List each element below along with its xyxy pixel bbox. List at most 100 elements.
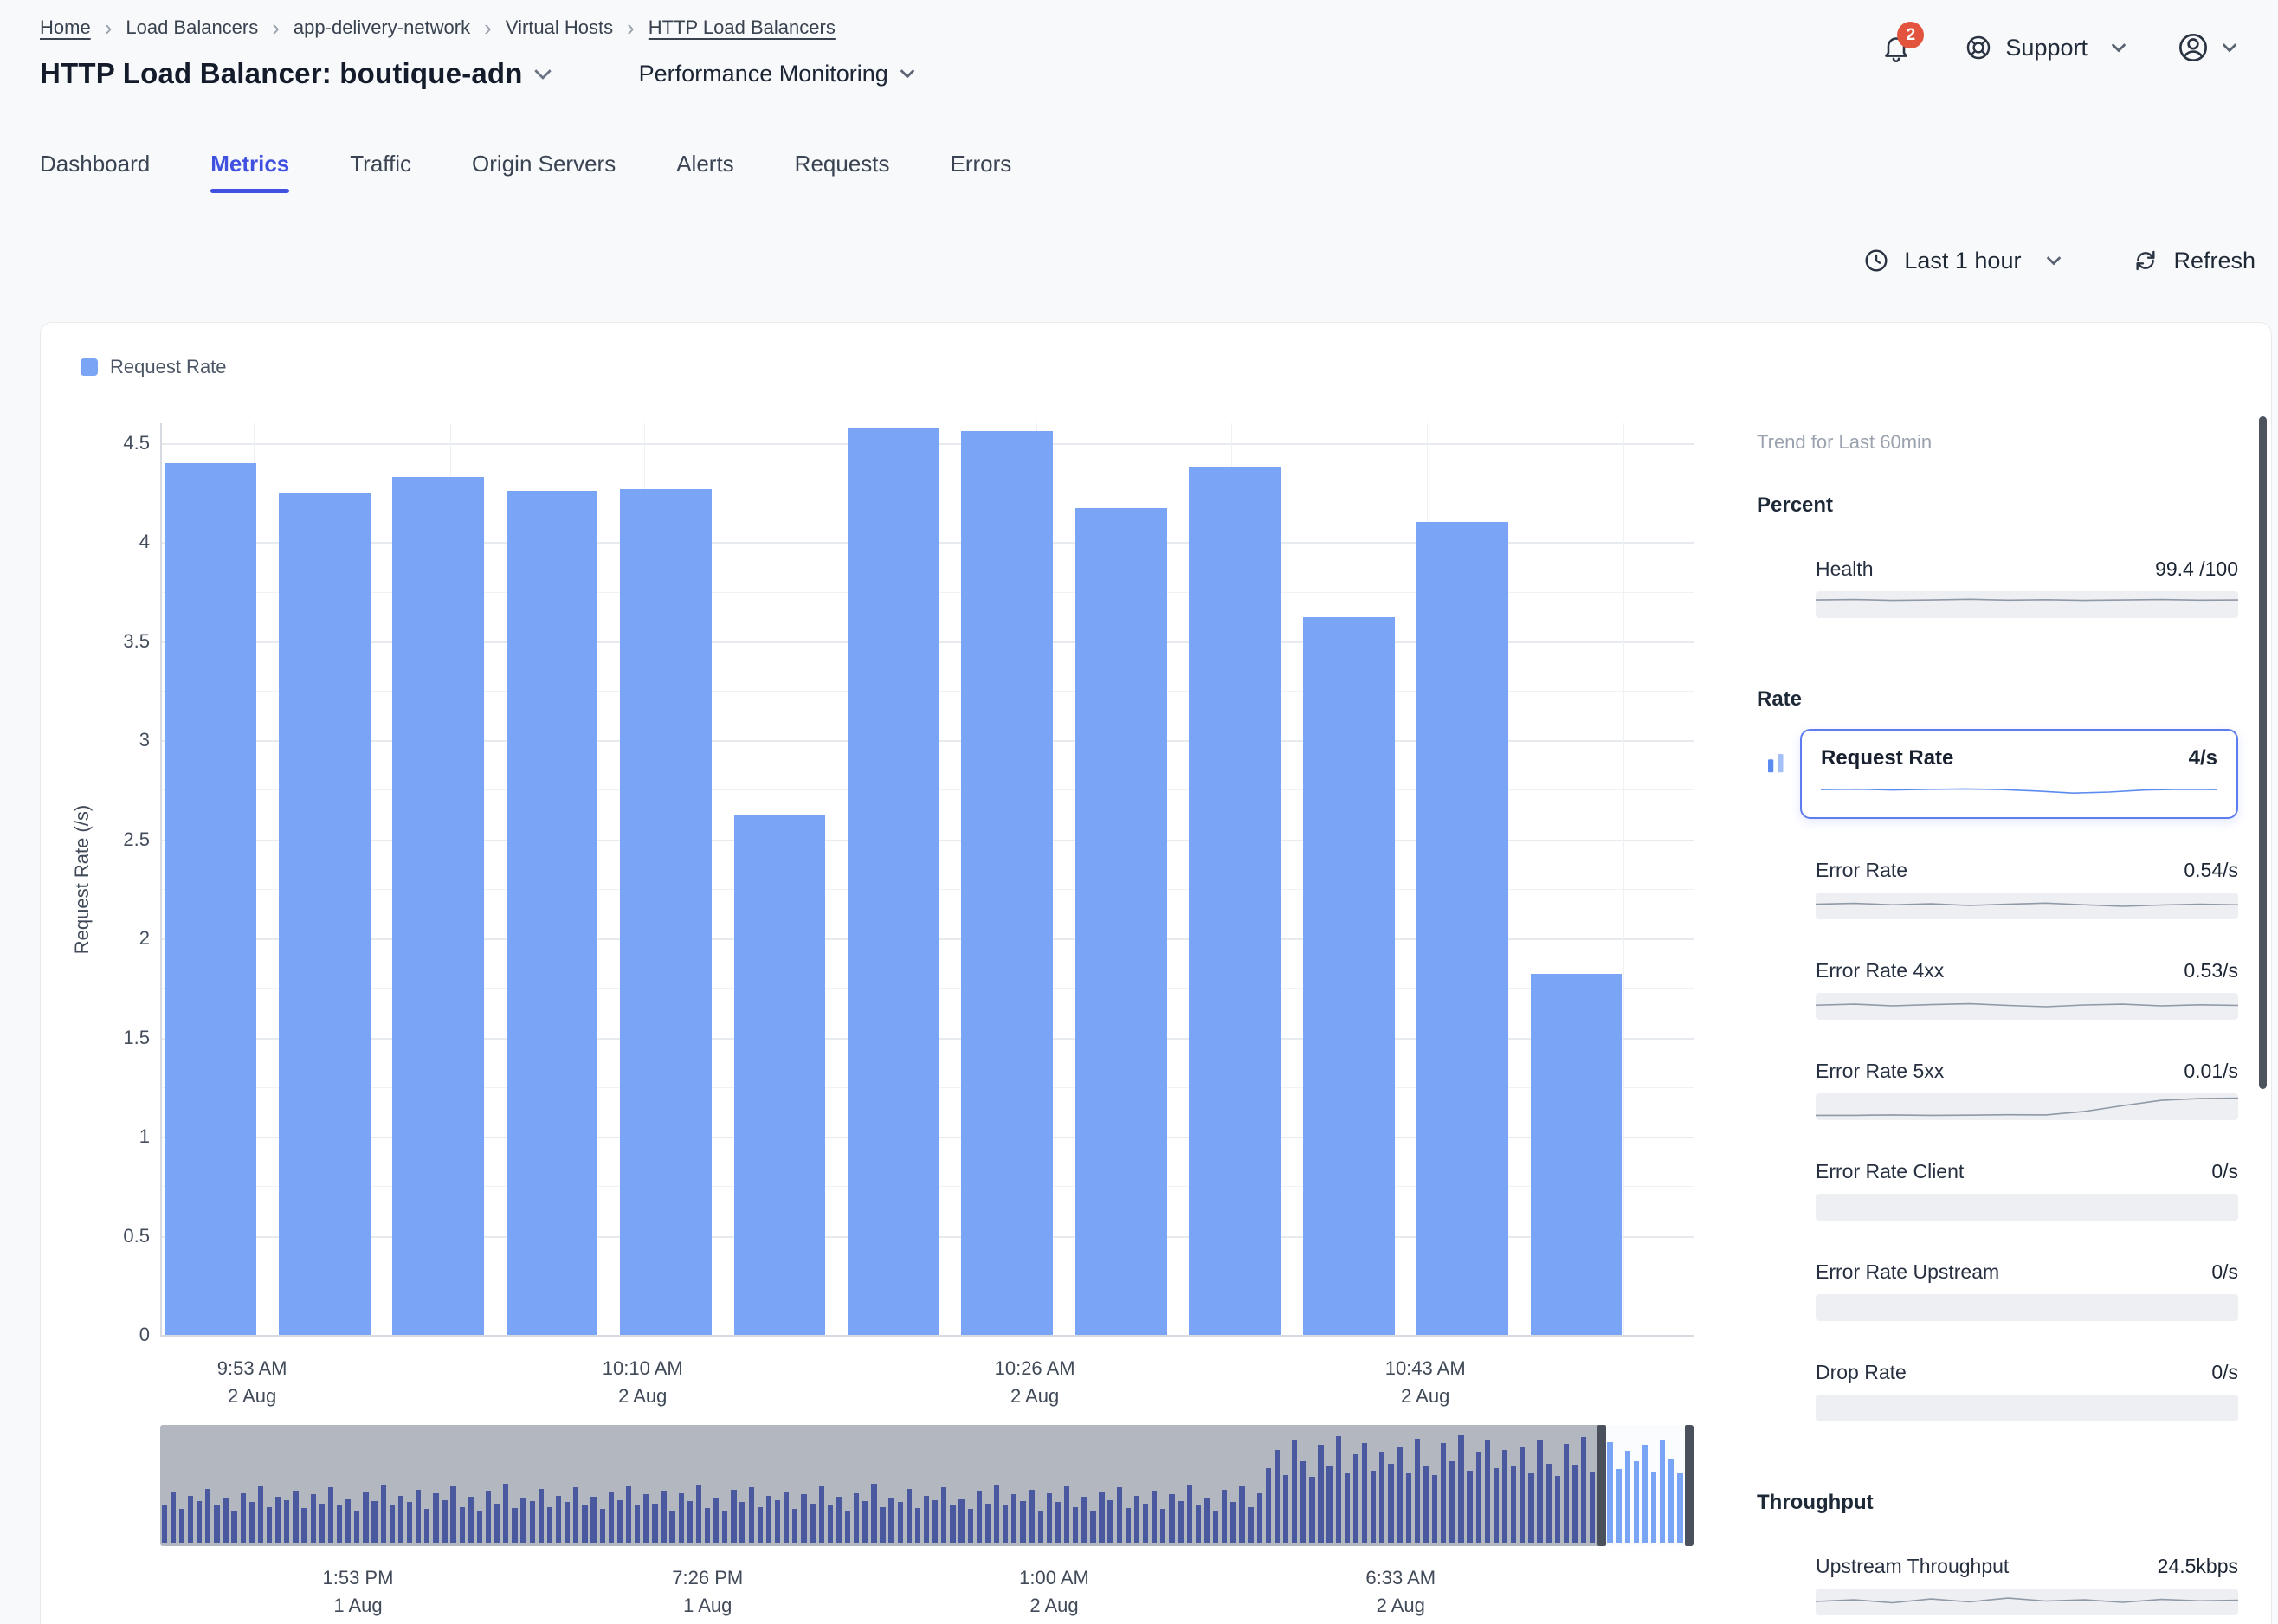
metric-row-request-rate[interactable]: Request Rate4/s <box>1800 729 2238 819</box>
metric-sparkline <box>1816 993 2238 1020</box>
tab-errors[interactable]: Errors <box>951 151 1012 193</box>
brush-bar <box>941 1487 946 1543</box>
brush-bar <box>1537 1440 1542 1543</box>
brush-bar <box>450 1486 455 1543</box>
brush-bar <box>1564 1444 1569 1543</box>
breadcrumb-virtual-hosts[interactable]: Virtual Hosts <box>506 16 613 39</box>
brush-handle-right[interactable] <box>1685 1425 1694 1546</box>
metric-row-error-rate-4xx[interactable]: Error Rate 4xx0.53/s <box>1816 959 2238 1020</box>
tab-dashboard[interactable]: Dashboard <box>40 151 150 193</box>
brush-bar <box>460 1507 465 1543</box>
metric-row-error-rate-upstream[interactable]: Error Rate Upstream0/s <box>1816 1260 2238 1321</box>
chart-bar[interactable] <box>507 491 598 1335</box>
brush-bar <box>398 1496 403 1543</box>
brush-bar <box>188 1496 193 1543</box>
brush-bar <box>1134 1496 1139 1543</box>
tab-origin-servers[interactable]: Origin Servers <box>472 151 616 193</box>
refresh-button[interactable]: Refresh <box>2132 247 2255 274</box>
breadcrumb-load-balancers[interactable]: Load Balancers <box>126 16 258 39</box>
metric-row-error-rate[interactable]: Error Rate0.54/s <box>1816 859 2238 919</box>
brush-bar <box>1520 1447 1525 1543</box>
view-selector[interactable]: Performance Monitoring <box>639 61 913 87</box>
brush-bar <box>416 1490 421 1543</box>
account-menu[interactable] <box>2176 30 2235 65</box>
refresh-icon <box>2132 247 2159 274</box>
page-title[interactable]: HTTP Load Balancer: boutique-adn <box>40 57 549 90</box>
tab-traffic[interactable]: Traffic <box>350 151 411 193</box>
chart-bar[interactable] <box>279 493 371 1335</box>
brush-bar <box>214 1505 219 1543</box>
y-axis-tick: 2 <box>41 927 150 950</box>
chart-bar[interactable] <box>165 463 256 1335</box>
brush-bar <box>1266 1468 1271 1543</box>
lifebuoy-icon <box>1964 33 1993 62</box>
metric-row-upstream-throughput[interactable]: Upstream Throughput24.5kbps <box>1816 1555 2238 1615</box>
metric-row-drop-rate[interactable]: Drop Rate0/s <box>1816 1361 2238 1421</box>
chart-bar[interactable] <box>1189 467 1281 1335</box>
metric-sparkline <box>1816 1093 2238 1120</box>
metric-row-error-rate-5xx[interactable]: Error Rate 5xx0.01/s <box>1816 1060 2238 1120</box>
time-range-select[interactable]: Last 1 hour <box>1862 247 2059 274</box>
metric-row-health[interactable]: Health99.4 /100 <box>1816 557 2238 618</box>
chart-bar[interactable] <box>848 428 939 1335</box>
brush-bar <box>407 1502 412 1543</box>
chart-bar[interactable] <box>1416 522 1508 1335</box>
brush-bar <box>1546 1464 1551 1543</box>
request-rate-chart[interactable] <box>160 423 1694 1337</box>
chart-bar[interactable] <box>620 489 712 1335</box>
chart-legend[interactable]: Request Rate <box>81 356 227 378</box>
brush-bar <box>468 1497 474 1543</box>
breadcrumb-http-load-balancers[interactable]: HTTP Load Balancers <box>649 16 836 39</box>
brush-bar <box>958 1499 964 1543</box>
breadcrumb-home[interactable]: Home <box>40 16 91 39</box>
brush-bar <box>1152 1491 1157 1543</box>
brush-bar <box>371 1501 377 1543</box>
brush-bar <box>1371 1471 1376 1543</box>
metric-value: 0.54/s <box>2184 859 2238 882</box>
brush-bar <box>696 1485 701 1543</box>
chart-bar[interactable] <box>392 477 484 1335</box>
brush-handle-left[interactable] <box>1597 1425 1606 1546</box>
brush-bar <box>609 1492 614 1543</box>
metric-label: Request Rate <box>1821 746 1953 770</box>
tab-metrics[interactable]: Metrics <box>210 151 289 193</box>
x-axis-tick: 7:26 PM1 Aug <box>672 1564 743 1620</box>
brush-bar <box>1388 1464 1393 1543</box>
support-menu[interactable]: Support <box>1964 33 2124 62</box>
brush-bar <box>301 1508 307 1543</box>
panel-section-rate: Rate <box>1757 687 2238 712</box>
brush-bar <box>1275 1450 1280 1543</box>
notification-badge: 2 <box>1897 22 1924 48</box>
brush-bar <box>705 1508 710 1543</box>
metric-value: 24.5kbps <box>2158 1555 2238 1578</box>
chart-bar[interactable] <box>961 431 1053 1335</box>
tab-requests[interactable]: Requests <box>795 151 890 193</box>
brush-bar <box>197 1501 202 1543</box>
tab-alerts[interactable]: Alerts <box>676 151 733 193</box>
y-axis-tick: 4 <box>41 531 150 553</box>
time-brush[interactable] <box>160 1425 1694 1546</box>
brush-bar <box>617 1500 623 1543</box>
brush-bar <box>530 1501 535 1543</box>
brush-bar <box>442 1500 447 1543</box>
brush-bar <box>231 1511 236 1543</box>
bar-chart-icon <box>1764 750 1790 780</box>
brush-bar <box>433 1493 438 1543</box>
metric-row-error-rate-client[interactable]: Error Rate Client0/s <box>1816 1160 2238 1221</box>
brush-bar <box>1064 1486 1069 1543</box>
brush-bar <box>1029 1490 1034 1543</box>
brush-bar <box>968 1509 973 1543</box>
panel-scrollbar[interactable] <box>2259 416 2267 1089</box>
brush-bar <box>556 1496 561 1543</box>
chart-bar[interactable] <box>1531 974 1623 1335</box>
brush-bar <box>1458 1435 1463 1543</box>
page-title-text: HTTP Load Balancer: boutique-adn <box>40 57 523 90</box>
notifications-button[interactable]: 2 <box>1881 32 1912 63</box>
breadcrumb-app-delivery-network[interactable]: app-delivery-network <box>294 16 470 39</box>
brush-bar <box>162 1505 167 1543</box>
chart-bar[interactable] <box>734 815 826 1335</box>
x-axis: 9:53 AM2 Aug10:10 AM2 Aug10:26 AM2 Aug10… <box>160 1355 1694 1419</box>
chart-bar[interactable] <box>1075 508 1167 1335</box>
refresh-label: Refresh <box>2173 248 2255 274</box>
chart-bar[interactable] <box>1303 617 1395 1335</box>
